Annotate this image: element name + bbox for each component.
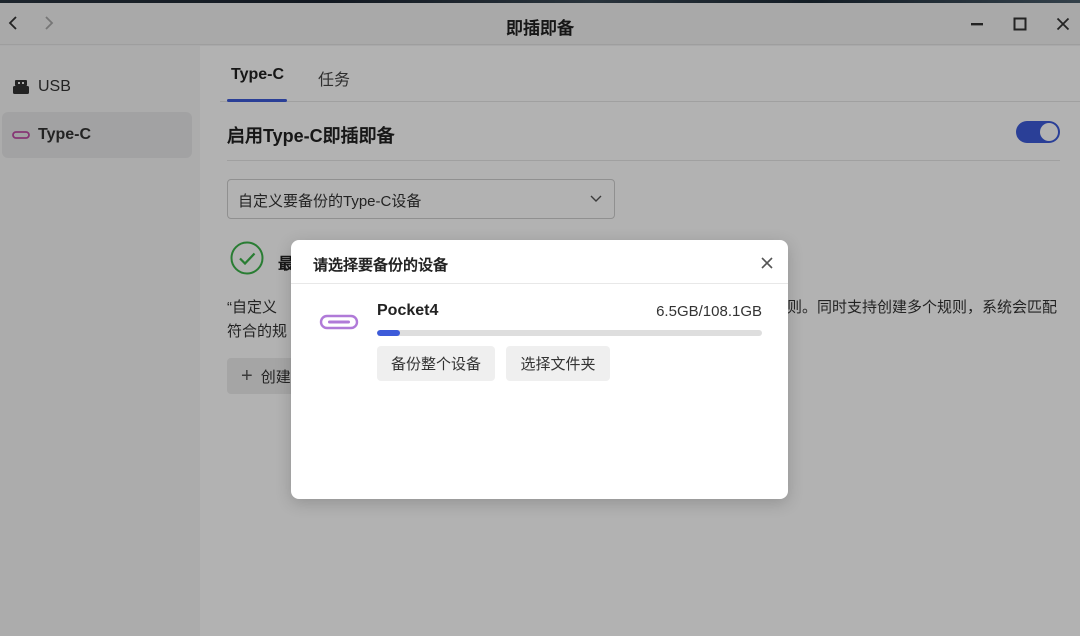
dialog-title: 请选择要备份的设备 [313,257,449,274]
close-icon[interactable] [758,254,776,272]
capacity-progress-bar [377,330,762,336]
capacity-progress-fill [377,330,401,336]
backup-whole-device-button[interactable]: 备份整个设备 [377,346,495,381]
select-device-dialog: 请选择要备份的设备 Pocket4 6.5GB/108.1GB 备份整个设备 选… [291,240,788,499]
device-capacity: 6.5GB/108.1GB [656,303,762,320]
type-c-device-icon [319,314,359,330]
choose-folder-button[interactable]: 选择文件夹 [506,346,610,381]
dialog-divider [291,283,788,284]
device-name: Pocket4 [377,302,439,319]
